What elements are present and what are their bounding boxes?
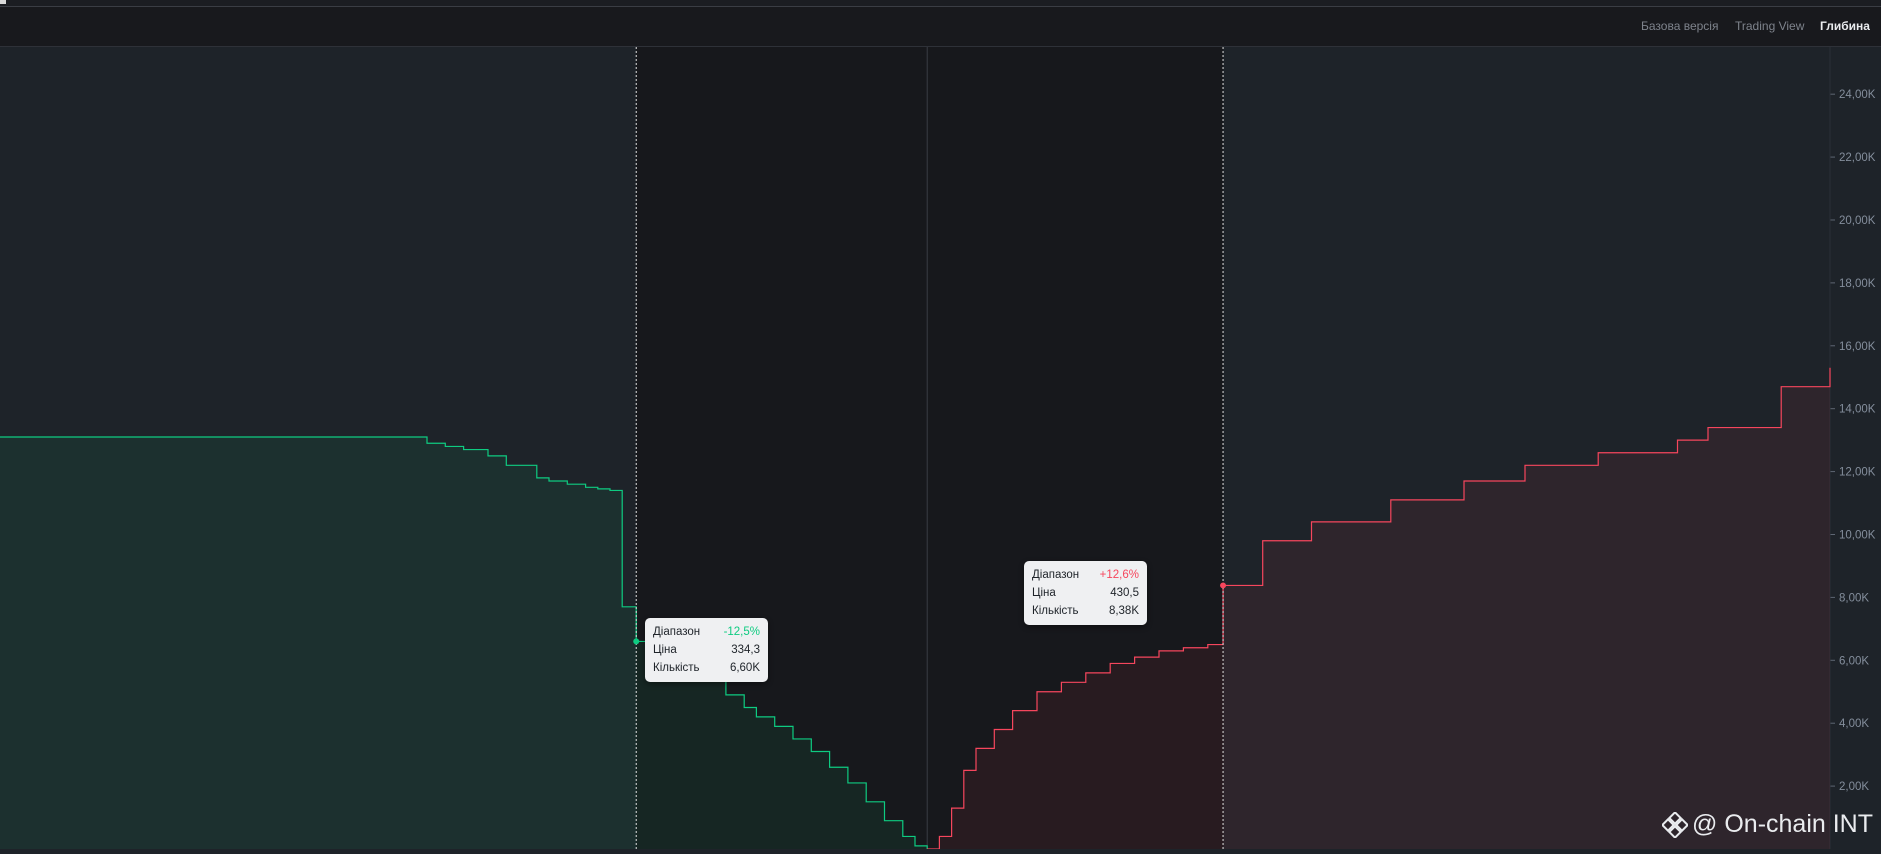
bid-price-label: Ціна: [653, 644, 677, 656]
y-tick-label: 2,00K: [1839, 781, 1869, 793]
ask-qty-label: Кількість: [1032, 605, 1079, 617]
y-tick-label: 16,00K: [1839, 341, 1876, 353]
bid-range-label: Діапазон: [653, 626, 701, 638]
y-tick-label: 12,00K: [1839, 467, 1876, 479]
watermark: @ On-chain INT: [1662, 810, 1873, 839]
watermark-text: @ On-chain INT: [1692, 810, 1873, 838]
bid-marker: [633, 638, 640, 645]
depth-chart-svg: 2,00K 4,00K 6,00K 8,00K 10,00K 12,00K 14,00K 16…: [0, 47, 1876, 850]
ask-qty-value: 8,38K: [1108, 605, 1139, 617]
binance-logo-icon: [1662, 811, 1689, 838]
bid-price-value: 334,3: [731, 644, 760, 656]
depth-chart[interactable]: 2,00K 4,00K 6,00K 8,00K 10,00K 12,00K 14,00K 16…: [0, 47, 1881, 850]
bid-tooltip: Діапазон -12,5% Ціна 334,3 Кількість 6,60K: [645, 618, 768, 682]
ask-marker: [1220, 582, 1227, 589]
plot-area: [0, 47, 1831, 850]
bid-qty-value: 6,60K: [729, 662, 760, 674]
ask-price-value: 430,5: [1110, 587, 1139, 599]
y-tick-label: 24,00K: [1839, 89, 1876, 101]
top-progress-line: [0, 0, 1881, 7]
y-tick-label: 20,00K: [1839, 215, 1876, 227]
y-tick-label: 4,00K: [1839, 718, 1869, 730]
y-tick-label: 18,00K: [1839, 278, 1876, 290]
chart-tab-bar: Базова версія Trading View Глибина: [0, 7, 1881, 47]
bid-qty-label: Кількість: [653, 662, 700, 674]
y-axis: 2,00K 4,00K 6,00K 8,00K 10,00K 12,00K 14,00K 16…: [1829, 47, 1876, 849]
ask-range-value: +12,6%: [1099, 569, 1139, 581]
y-tick-label: 22,00K: [1839, 152, 1876, 164]
y-tick-label: 10,00K: [1839, 529, 1876, 541]
bid-range-value: -12,5%: [723, 626, 760, 638]
tab-basic-version[interactable]: Базова версія: [1641, 7, 1718, 46]
ask-price-label: Ціна: [1032, 587, 1056, 599]
y-tick-label: 14,00K: [1839, 404, 1876, 416]
top-accent: [0, 0, 6, 4]
y-tick-label: 8,00K: [1839, 592, 1869, 604]
tab-trading-view[interactable]: Trading View: [1735, 7, 1804, 46]
tab-depth[interactable]: Глибина: [1820, 7, 1870, 46]
ask-tooltip: Діапазон +12,6% Ціна 430,5 Кількість 8,38K: [1024, 561, 1147, 625]
ask-range-label: Діапазон: [1032, 569, 1080, 581]
y-tick-label: 6,00K: [1839, 655, 1869, 667]
